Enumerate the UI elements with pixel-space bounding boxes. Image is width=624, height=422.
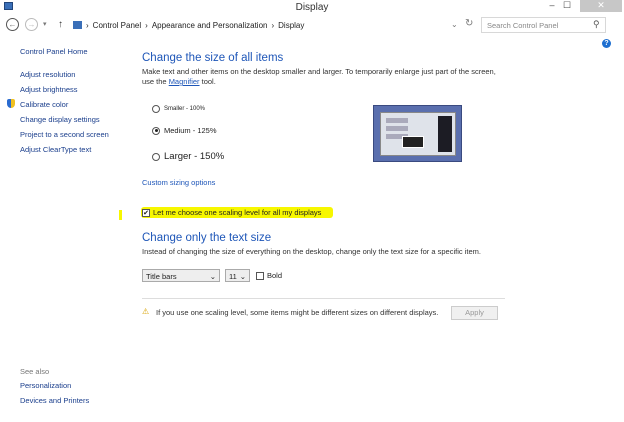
bold-checkbox[interactable]: Bold [256,271,282,280]
sidebar-item-adjust-cleartype[interactable]: Adjust ClearType text [20,145,91,154]
sidebar-item-adjust-brightness[interactable]: Adjust brightness [20,85,78,94]
maximize-button[interactable]: ☐ [560,0,574,12]
sidebar-item-project-second-screen[interactable]: Project to a second screen [20,130,109,139]
close-button[interactable]: ✕ [580,0,622,12]
breadcrumb-separator: › [271,20,275,30]
radio-label: Smaller - 100% [164,106,206,112]
see-also-label: See also [20,367,50,376]
magnifier-line: use the Magnifier tool. [142,77,216,87]
minimize-button[interactable]: – [545,0,559,12]
recent-pages-button[interactable]: ▾ [43,20,47,28]
back-button[interactable]: ← [6,18,19,31]
breadcrumb-control-panel[interactable]: Control Panel [93,21,141,30]
description-text-size: Instead of changing the size of everythi… [142,247,481,256]
magnifier-link[interactable]: Magnifier [169,77,200,86]
highlight-mark [119,210,122,220]
checkbox-label: Let me choose one scaling level for all … [153,208,322,217]
shield-icon [7,99,15,108]
radio-button[interactable] [152,105,160,113]
item-select-value: Title bars [146,272,177,281]
warning-text: If you use one scaling level, some items… [156,308,439,317]
search-icon: ⚲ [593,19,600,29]
address-bar[interactable]: › Control Panel › Appearance and Persona… [68,17,473,33]
search-placeholder: Search Control Panel [487,21,559,30]
breadcrumb-display[interactable]: Display [278,21,304,30]
radio-label: Larger - 150% [164,151,225,162]
text: tool. [199,77,216,86]
text: use the [142,77,169,86]
chevron-down-icon: ⌄ [239,272,246,281]
divider [142,298,505,299]
warning-icon: ⚠ [142,307,150,316]
font-size-value: 11 [229,272,237,281]
font-size-select[interactable]: 11 ⌄ [225,269,250,282]
radio-label: Medium - 125% [164,126,217,135]
breadcrumb-separator: › [86,20,89,30]
checkbox[interactable] [256,271,264,280]
forward-button[interactable]: → [25,18,38,31]
heading-change-size: Change the size of all items [142,52,284,64]
radio-medium[interactable]: Medium - 125% [152,126,217,135]
radio-button[interactable] [152,126,160,135]
sidebar-item-calibrate-color[interactable]: Calibrate color [20,100,68,109]
sidebar-home[interactable]: Control Panel Home [20,47,88,56]
control-panel-icon [73,21,82,29]
see-also-devices-printers[interactable]: Devices and Printers [20,396,89,405]
bold-label: Bold [267,271,283,280]
search-input[interactable]: Search Control Panel [481,17,606,33]
breadcrumb-separator: › [145,20,148,30]
radio-button[interactable] [152,152,160,161]
scaling-checkbox[interactable]: ✔ Let me choose one scaling level for al… [142,208,321,217]
custom-sizing-link[interactable]: Custom sizing options [142,178,215,187]
refresh-button[interactable]: ↻ [465,18,473,29]
address-dropdown-icon[interactable]: ⌄ [451,20,458,29]
radio-smaller[interactable]: Smaller - 100% [152,105,205,113]
see-also-personalization[interactable]: Personalization [20,381,71,390]
checkbox-checked-icon[interactable]: ✔ [142,208,150,217]
radio-larger[interactable]: Larger - 150% [152,151,224,162]
breadcrumb-appearance[interactable]: Appearance and Personalization [152,21,268,30]
item-select[interactable]: Title bars ⌄ [142,269,220,282]
sidebar-item-change-display-settings[interactable]: Change display settings [20,115,100,124]
chevron-down-icon: ⌄ [209,272,216,281]
window-title: Display [295,2,329,13]
description-change-size: Make text and other items on the desktop… [142,67,496,76]
apply-button[interactable]: Apply [451,306,498,320]
up-button[interactable]: ↑ [58,19,63,30]
sidebar-item-adjust-resolution[interactable]: Adjust resolution [20,70,75,79]
display-preview-image [373,105,462,162]
heading-text-size: Change only the text size [142,232,272,244]
help-icon[interactable]: ? [602,39,611,48]
